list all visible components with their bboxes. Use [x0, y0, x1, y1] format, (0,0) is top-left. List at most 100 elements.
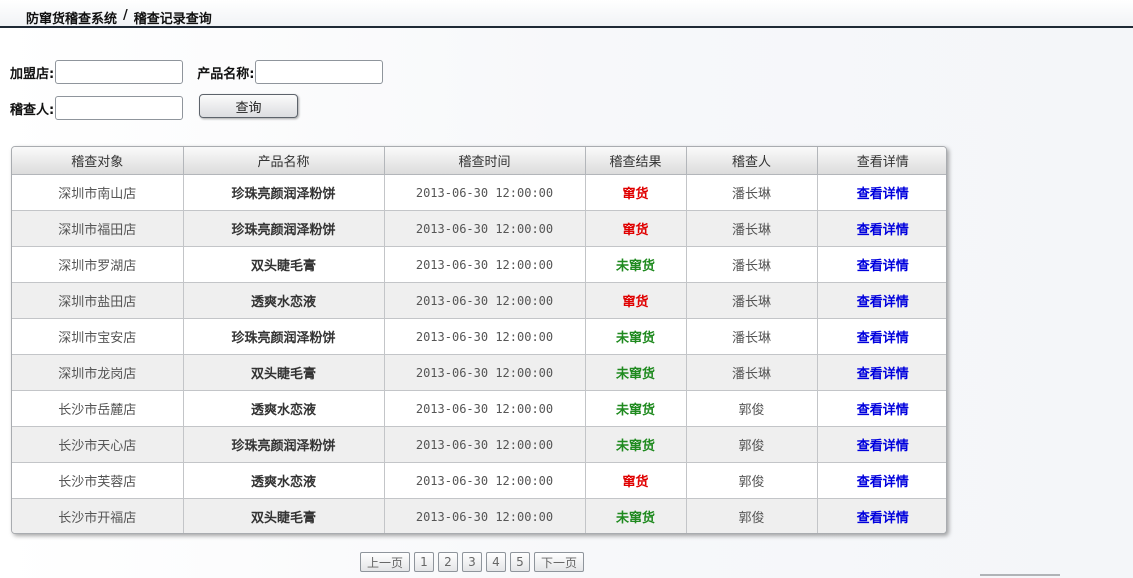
cell-detail: 查看详情	[817, 282, 946, 319]
breadcrumb-separator: /	[123, 8, 128, 23]
cell-store: 长沙市芙蓉店	[12, 462, 184, 499]
cell-time: 2013-06-30 12:00:00	[384, 246, 586, 283]
cell-inspector: 郭俊	[686, 390, 818, 427]
page-5-button[interactable]: 5	[510, 552, 530, 572]
column-header-product: 产品名称	[183, 147, 385, 175]
cell-inspector: 潘长琳	[686, 318, 818, 355]
cell-inspector: 郭俊	[686, 426, 818, 463]
view-detail-link[interactable]: 查看详情	[857, 367, 909, 382]
cell-store: 深圳市罗湖店	[12, 246, 184, 283]
cell-detail: 查看详情	[817, 390, 946, 427]
cell-result: 窜货	[585, 174, 687, 211]
table-row: 深圳市福田店 珍珠亮颜润泽粉饼 2013-06-30 12:00:00 窜货 潘…	[12, 210, 946, 247]
cell-detail: 查看详情	[817, 246, 946, 283]
table-row: 深圳市南山店 珍珠亮颜润泽粉饼 2013-06-30 12:00:00 窜货 潘…	[12, 174, 946, 211]
column-header-inspector: 稽查人	[686, 147, 818, 175]
cell-store: 深圳市盐田店	[12, 282, 184, 319]
query-button[interactable]: 查询	[199, 94, 298, 118]
cell-detail: 查看详情	[817, 210, 946, 247]
bottom-right-scroll-edge	[980, 574, 1060, 576]
table-row: 长沙市芙蓉店 透爽水恋液 2013-06-30 12:00:00 窜货 郭俊 查…	[12, 462, 946, 499]
cell-time: 2013-06-30 12:00:00	[384, 462, 586, 499]
cell-product: 珍珠亮颜润泽粉饼	[183, 174, 385, 211]
cell-store: 长沙市天心店	[12, 426, 184, 463]
cell-result: 未窜货	[585, 390, 687, 427]
cell-store: 深圳市南山店	[12, 174, 184, 211]
cell-detail: 查看详情	[817, 354, 946, 391]
view-detail-link[interactable]: 查看详情	[857, 439, 909, 454]
product-label: 产品名称:	[197, 66, 255, 82]
cell-inspector: 郭俊	[686, 498, 818, 533]
cell-result: 未窜货	[585, 318, 687, 355]
cell-result: 窜货	[585, 210, 687, 247]
cell-time: 2013-06-30 12:00:00	[384, 174, 586, 211]
page-1-button[interactable]: 1	[414, 552, 434, 572]
cell-store: 深圳市福田店	[12, 210, 184, 247]
cell-time: 2013-06-30 12:00:00	[384, 498, 586, 533]
view-detail-link[interactable]: 查看详情	[857, 475, 909, 490]
page-4-button[interactable]: 4	[486, 552, 506, 572]
page-header: 防窜货稽查系统 / 稽查记录查询	[0, 0, 1133, 28]
table-row: 深圳市罗湖店 双头睫毛膏 2013-06-30 12:00:00 未窜货 潘长琳…	[12, 246, 946, 283]
table-row: 深圳市龙岗店 双头睫毛膏 2013-06-30 12:00:00 未窜货 潘长琳…	[12, 354, 946, 391]
cell-result: 窜货	[585, 282, 687, 319]
cell-inspector: 潘长琳	[686, 174, 818, 211]
cell-product: 双头睫毛膏	[183, 498, 385, 533]
cell-time: 2013-06-30 12:00:00	[384, 354, 586, 391]
view-detail-link[interactable]: 查看详情	[857, 331, 909, 346]
view-detail-link[interactable]: 查看详情	[857, 259, 909, 274]
table-row: 深圳市宝安店 珍珠亮颜润泽粉饼 2013-06-30 12:00:00 未窜货 …	[12, 318, 946, 355]
cell-inspector: 潘长琳	[686, 210, 818, 247]
inspector-label: 稽查人:	[10, 102, 55, 118]
next-page-button[interactable]: 下一页	[534, 552, 584, 572]
table-row: 深圳市盐田店 透爽水恋液 2013-06-30 12:00:00 窜货 潘长琳 …	[12, 282, 946, 319]
table-row: 长沙市岳麓店 透爽水恋液 2013-06-30 12:00:00 未窜货 郭俊 …	[12, 390, 946, 427]
table-row: 长沙市天心店 珍珠亮颜润泽粉饼 2013-06-30 12:00:00 未窜货 …	[12, 426, 946, 463]
view-detail-link[interactable]: 查看详情	[857, 403, 909, 418]
breadcrumb-system[interactable]: 防窜货稽查系统	[26, 8, 117, 27]
table-header-row: 稽查对象 产品名称 稽查时间 稽查结果 稽查人 查看详情	[12, 147, 946, 175]
cell-detail: 查看详情	[817, 318, 946, 355]
page-3-button[interactable]: 3	[462, 552, 482, 572]
cell-time: 2013-06-30 12:00:00	[384, 426, 586, 463]
cell-detail: 查看详情	[817, 462, 946, 499]
cell-product: 珍珠亮颜润泽粉饼	[183, 318, 385, 355]
cell-inspector: 郭俊	[686, 462, 818, 499]
cell-inspector: 潘长琳	[686, 282, 818, 319]
breadcrumb-current-page: 稽查记录查询	[133, 12, 212, 27]
product-input[interactable]	[255, 60, 384, 84]
cell-product: 珍珠亮颜润泽粉饼	[183, 210, 385, 247]
cell-result: 未窜货	[585, 498, 687, 533]
inspector-input[interactable]	[55, 96, 184, 120]
page-2-button[interactable]: 2	[438, 552, 458, 572]
cell-result: 未窜货	[585, 246, 687, 283]
view-detail-link[interactable]: 查看详情	[857, 511, 909, 526]
column-header-detail: 查看详情	[817, 147, 946, 175]
pagination: 上一页 1 2 3 4 5 下一页	[360, 552, 584, 572]
cell-store: 长沙市开福店	[12, 498, 184, 533]
search-row-1: 加盟店: 产品名称:	[10, 60, 384, 84]
search-row-2: 稽查人:	[10, 96, 184, 120]
cell-store: 深圳市宝安店	[12, 318, 184, 355]
store-input[interactable]	[55, 60, 184, 84]
cell-time: 2013-06-30 12:00:00	[384, 318, 586, 355]
column-header-time: 稽查时间	[384, 147, 586, 175]
cell-product: 透爽水恋液	[183, 390, 385, 427]
cell-store: 长沙市岳麓店	[12, 390, 184, 427]
cell-time: 2013-06-30 12:00:00	[384, 390, 586, 427]
cell-detail: 查看详情	[817, 174, 946, 211]
cell-detail: 查看详情	[817, 426, 946, 463]
records-table: 稽查对象 产品名称 稽查时间 稽查结果 稽查人 查看详情 深圳市南山店 珍珠亮颜…	[11, 146, 947, 534]
view-detail-link[interactable]: 查看详情	[857, 223, 909, 238]
cell-inspector: 潘长琳	[686, 246, 818, 283]
view-detail-link[interactable]: 查看详情	[857, 295, 909, 310]
prev-page-button[interactable]: 上一页	[360, 552, 410, 572]
view-detail-link[interactable]: 查看详情	[857, 187, 909, 202]
cell-result: 未窜货	[585, 426, 687, 463]
cell-store: 深圳市龙岗店	[12, 354, 184, 391]
breadcrumb: 防窜货稽查系统 / 稽查记录查询	[26, 8, 212, 27]
store-label: 加盟店:	[10, 66, 55, 82]
cell-detail: 查看详情	[817, 498, 946, 533]
cell-time: 2013-06-30 12:00:00	[384, 210, 586, 247]
cell-product: 透爽水恋液	[183, 462, 385, 499]
